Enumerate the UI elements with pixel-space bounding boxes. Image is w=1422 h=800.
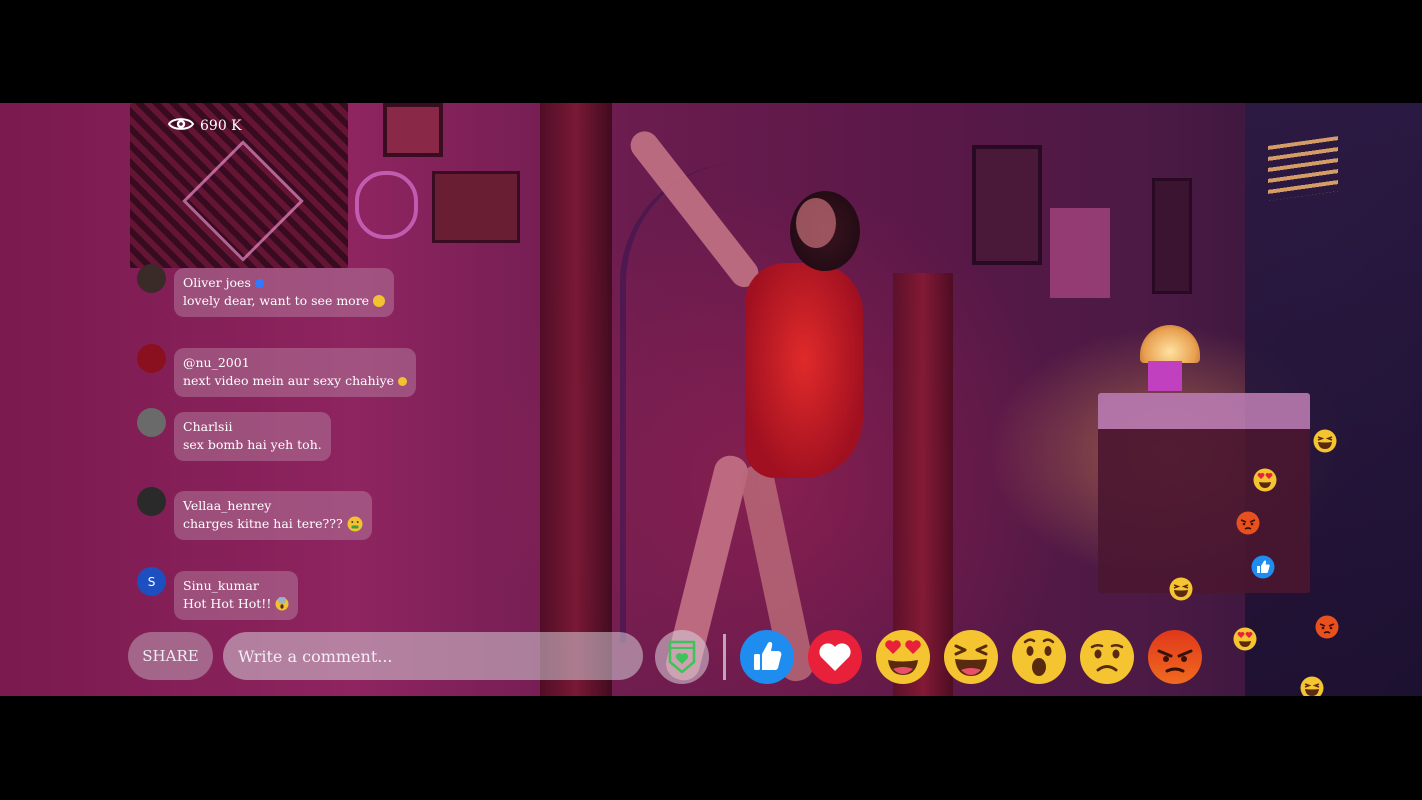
angry-float-icon bbox=[1315, 615, 1339, 639]
viewer-count: 690 K bbox=[167, 116, 242, 136]
smile-emoji-icon bbox=[398, 376, 408, 386]
laugh-reaction-icon[interactable] bbox=[943, 629, 999, 685]
picture-frame bbox=[383, 103, 443, 157]
comment-text: sex bomb hai yeh toh. bbox=[183, 437, 322, 452]
comment-item: Oliver joes lovely dear, want to see mor… bbox=[137, 264, 395, 317]
laugh-float-icon bbox=[1300, 676, 1324, 696]
wall-calendar bbox=[1050, 208, 1110, 298]
like-float-icon bbox=[1251, 555, 1275, 579]
comment-item: S Sinu_kumar Hot Hot Hot!! bbox=[137, 567, 299, 620]
avatar[interactable] bbox=[137, 344, 166, 373]
shield-heart-button[interactable] bbox=[655, 630, 709, 684]
picture-frame bbox=[432, 171, 520, 243]
comment-bubble: Vellaa_henrey charges kitne hai tere??? bbox=[174, 491, 372, 540]
avatar[interactable] bbox=[137, 264, 166, 293]
comment-text: lovely dear, want to see more bbox=[183, 293, 370, 308]
reaction-divider bbox=[723, 634, 726, 680]
comment-item: @nu_2001 next video mein aur sexy chahiy… bbox=[137, 344, 417, 397]
avatar[interactable] bbox=[137, 487, 166, 516]
angry-reaction-icon[interactable] bbox=[1147, 629, 1203, 685]
comment-text: Hot Hot Hot!! bbox=[183, 596, 272, 611]
comment-text: next video mein aur sexy chahiye bbox=[183, 373, 395, 388]
comment-author[interactable]: Charlsii bbox=[183, 418, 232, 436]
window-blinds-light bbox=[1268, 136, 1338, 201]
comment-author[interactable]: Oliver joes bbox=[183, 274, 251, 292]
sad-reaction-icon[interactable] bbox=[1079, 629, 1135, 685]
comment-bubble: Charlsii sex bomb hai yeh toh. bbox=[174, 412, 331, 461]
picture-frame bbox=[1152, 178, 1192, 294]
eye-icon bbox=[167, 116, 195, 136]
comment-bubble: Sinu_kumar Hot Hot Hot!! bbox=[174, 571, 299, 620]
dancer-face bbox=[796, 198, 836, 248]
comment-bubble: Oliver joes lovely dear, want to see mor… bbox=[174, 268, 395, 317]
laugh-float-icon bbox=[1313, 429, 1337, 453]
shield-heart-icon bbox=[668, 640, 696, 674]
share-button[interactable]: SHARE bbox=[128, 632, 213, 680]
avatar-letter: S bbox=[147, 574, 156, 589]
avatar[interactable]: S bbox=[137, 567, 166, 596]
avatar[interactable] bbox=[137, 408, 166, 437]
dancer-dress bbox=[745, 263, 863, 478]
heart-eyes-float-icon bbox=[1253, 468, 1277, 492]
table-lamp bbox=[1140, 325, 1200, 363]
comment-input[interactable] bbox=[223, 632, 643, 680]
love-reaction-icon[interactable] bbox=[807, 629, 863, 685]
comment-item: Charlsii sex bomb hai yeh toh. bbox=[137, 408, 331, 461]
lamp-base bbox=[1148, 361, 1182, 391]
wow-reaction-icon[interactable] bbox=[1011, 629, 1067, 685]
picture-frame bbox=[972, 145, 1042, 265]
comment-bubble: @nu_2001 next video mein aur sexy chahiy… bbox=[174, 348, 417, 397]
curtain bbox=[540, 103, 612, 696]
comment-author[interactable]: @nu_2001 bbox=[183, 354, 250, 372]
comment-text: charges kitne hai tere??? bbox=[183, 516, 343, 531]
heart-eyes-reaction-icon[interactable] bbox=[875, 629, 931, 685]
angry-float-icon bbox=[1236, 511, 1260, 535]
heart-eyes-float-icon bbox=[1233, 627, 1257, 651]
verified-badge-icon bbox=[254, 278, 264, 288]
money-mouth-emoji-icon bbox=[347, 516, 363, 532]
viewer-count-text: 690 K bbox=[200, 118, 242, 134]
slight-smile-emoji-icon bbox=[373, 295, 386, 307]
scream-emoji-icon bbox=[275, 597, 289, 611]
like-reaction-icon[interactable] bbox=[739, 629, 795, 685]
comment-author[interactable]: Sinu_kumar bbox=[183, 577, 259, 595]
laugh-float-icon bbox=[1169, 577, 1193, 601]
heart-wall-decor bbox=[355, 171, 418, 239]
comment-item: Vellaa_henrey charges kitne hai tere??? bbox=[137, 487, 372, 540]
comment-author[interactable]: Vellaa_henrey bbox=[183, 497, 271, 515]
side-table bbox=[1098, 393, 1310, 593]
